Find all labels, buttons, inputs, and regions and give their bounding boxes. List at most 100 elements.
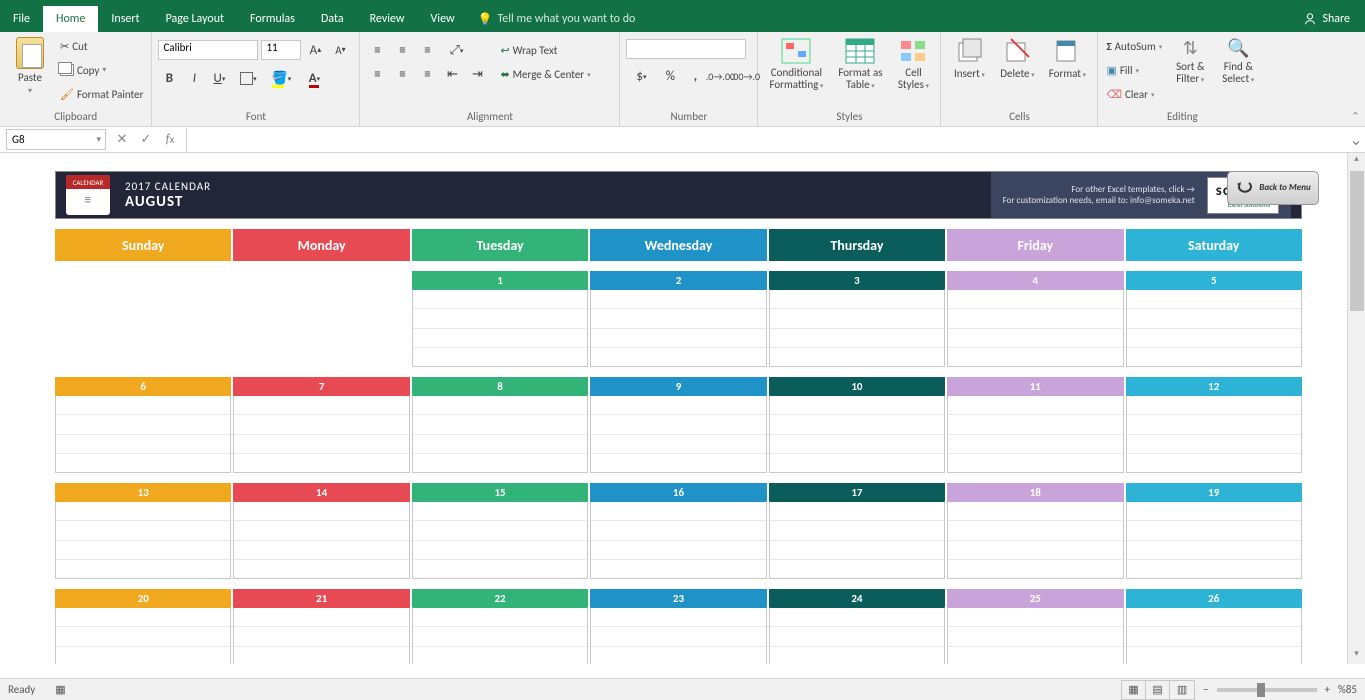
day-header-thursday: Thursday — [769, 229, 945, 261]
orientation-button[interactable]: ⤢▾ — [441, 39, 471, 61]
calendar-cell[interactable]: 10 — [769, 377, 945, 473]
copy-button[interactable]: Copy▾ — [58, 59, 145, 81]
align-top-button[interactable]: ≡ — [366, 39, 388, 61]
paste-button[interactable]: Paste ▾ — [6, 35, 54, 98]
fill-color-button[interactable]: 🪣▾ — [266, 67, 296, 89]
formula-input[interactable] — [187, 129, 1347, 150]
insert-button[interactable]: Insert ▾ — [947, 35, 991, 82]
menu-home[interactable]: Home — [43, 6, 98, 32]
calendar-cell[interactable]: 1 — [412, 271, 588, 367]
expand-formula-icon[interactable]: ⌄ — [1347, 130, 1365, 150]
cancel-formula-button[interactable]: ✕ — [110, 128, 134, 152]
calendar-cell[interactable]: 22 — [412, 589, 588, 664]
calendar-cell[interactable]: 11 — [947, 377, 1123, 473]
calendar-cell[interactable]: 8 — [412, 377, 588, 473]
menu-view[interactable]: View — [418, 6, 468, 32]
increase-font-button[interactable]: A▴ — [304, 39, 326, 61]
font-label: Font — [158, 108, 353, 126]
page-layout-button[interactable]: ▤ — [1146, 681, 1170, 699]
increase-indent-button[interactable]: ⇥ — [466, 63, 488, 85]
fx-button[interactable]: fx — [158, 128, 182, 152]
share-button[interactable]: Share — [1288, 6, 1365, 32]
enter-formula-button[interactable]: ✓ — [134, 128, 158, 152]
calendar-cell[interactable]: 13 — [55, 483, 231, 579]
calendar-cell[interactable]: 18 — [947, 483, 1123, 579]
menu-insert[interactable]: Insert — [98, 6, 152, 32]
align-center-button[interactable]: ≡ — [391, 63, 413, 85]
align-bottom-button[interactable]: ≡ — [416, 39, 438, 61]
calendar-cell[interactable]: 25 — [947, 589, 1123, 664]
border-button[interactable]: ▾ — [233, 67, 263, 89]
menu-data[interactable]: Data — [308, 6, 357, 32]
percent-button[interactable]: % — [659, 65, 681, 87]
macro-icon[interactable]: ▦ — [55, 683, 65, 696]
merge-button[interactable]: ⬌Merge & Center▾ — [498, 63, 592, 85]
painter-button[interactable]: 🖌Format Painter — [58, 83, 145, 105]
menu-page-layout[interactable]: Page Layout — [153, 6, 237, 32]
font-color-button[interactable]: A▾ — [299, 67, 329, 89]
calendar-cell[interactable]: 21 — [233, 589, 409, 664]
decrease-decimal-button[interactable]: .00→.0 — [734, 65, 756, 87]
sort-button[interactable]: ⇅ Sort & Filter ▾ — [1168, 35, 1212, 87]
zoom-out-button[interactable]: − — [1203, 683, 1208, 696]
autosum-button[interactable]: ΣAutoSum▾ — [1104, 35, 1164, 57]
cond-label: Conditional Formatting — [769, 66, 822, 91]
zoom-in-button[interactable]: + — [1325, 683, 1330, 696]
calendar-cell[interactable]: 2 — [590, 271, 766, 367]
normal-view-button[interactable]: ▦ — [1122, 681, 1146, 699]
calendar-cell[interactable]: 14 — [233, 483, 409, 579]
calendar-cell[interactable]: 16 — [590, 483, 766, 579]
wrap-button[interactable]: ↩Wrap Text — [498, 39, 592, 61]
calendar-cell[interactable]: 26 — [1126, 589, 1302, 664]
cut-button[interactable]: ✂Cut — [58, 35, 145, 57]
bold-button[interactable]: B — [158, 67, 180, 89]
tell-me[interactable]: 💡 Tell me what you want to do — [468, 6, 646, 32]
back-to-menu-button[interactable]: Back to Menu — [1227, 171, 1319, 205]
calendar-cell[interactable]: 9 — [590, 377, 766, 473]
calendar-cell[interactable]: 7 — [233, 377, 409, 473]
status-bar: Ready ▦ ▦ ▤ ▥ − + %85 — [0, 678, 1365, 700]
calendar-cell[interactable]: 3 — [769, 271, 945, 367]
calendar-cell[interactable]: 15 — [412, 483, 588, 579]
calendar-badge-icon: CALENDAR ≡ — [66, 175, 110, 215]
calendar-cell[interactable]: 19 — [1126, 483, 1302, 579]
collapse-ribbon-icon[interactable]: ⌃ — [1351, 110, 1360, 123]
page-break-button[interactable]: ▥ — [1170, 681, 1194, 699]
calendar-cell[interactable]: 23 — [590, 589, 766, 664]
align-right-button[interactable]: ≡ — [416, 63, 438, 85]
increase-decimal-button[interactable]: .0→.00 — [709, 65, 731, 87]
menu-formulas[interactable]: Formulas — [237, 6, 308, 32]
find-button[interactable]: 🔍 Find & Select ▾ — [1216, 35, 1260, 87]
underline-button[interactable]: U▾ — [208, 67, 230, 89]
format-button[interactable]: Format ▾ — [1043, 35, 1091, 82]
format-table-button[interactable]: Format as Table ▾ — [832, 35, 888, 93]
vertical-scrollbar[interactable]: ▴ ▾ — [1347, 153, 1365, 664]
calendar-cell[interactable]: 4 — [947, 271, 1123, 367]
cond-format-button[interactable]: Conditional Formatting ▾ — [764, 35, 828, 93]
name-box[interactable]: G8 — [6, 129, 106, 150]
calendar-cell[interactable]: 24 — [769, 589, 945, 664]
calendar-cell[interactable]: 6 — [55, 377, 231, 473]
menu-review[interactable]: Review — [357, 6, 418, 32]
accounting-button[interactable]: $▾ — [626, 65, 656, 87]
scroll-thumb[interactable] — [1350, 171, 1364, 311]
delete-button[interactable]: Delete ▾ — [995, 35, 1039, 82]
font-family-select[interactable]: Calibri — [158, 40, 258, 60]
comma-button[interactable]: , — [684, 65, 706, 87]
italic-button[interactable]: I — [183, 67, 205, 89]
calendar-cell[interactable]: 12 — [1126, 377, 1302, 473]
calendar-cell[interactable]: 20 — [55, 589, 231, 664]
align-middle-button[interactable]: ≡ — [391, 39, 413, 61]
number-format-select[interactable] — [626, 39, 746, 59]
decrease-font-button[interactable]: A▾ — [329, 39, 351, 61]
calendar-cell[interactable]: 5 — [1126, 271, 1302, 367]
menu-file[interactable]: File — [0, 6, 43, 32]
decrease-indent-button[interactable]: ⇤ — [441, 63, 463, 85]
clear-button[interactable]: ⌫Clear▾ — [1104, 83, 1164, 105]
calendar-cell[interactable]: 17 — [769, 483, 945, 579]
cell-styles-button[interactable]: Cell Styles ▾ — [892, 35, 934, 93]
zoom-slider[interactable] — [1217, 688, 1317, 692]
align-left-button[interactable]: ≡ — [366, 63, 388, 85]
fill-button[interactable]: ▣Fill▾ — [1104, 59, 1164, 81]
font-size-select[interactable]: 11 — [261, 40, 301, 60]
